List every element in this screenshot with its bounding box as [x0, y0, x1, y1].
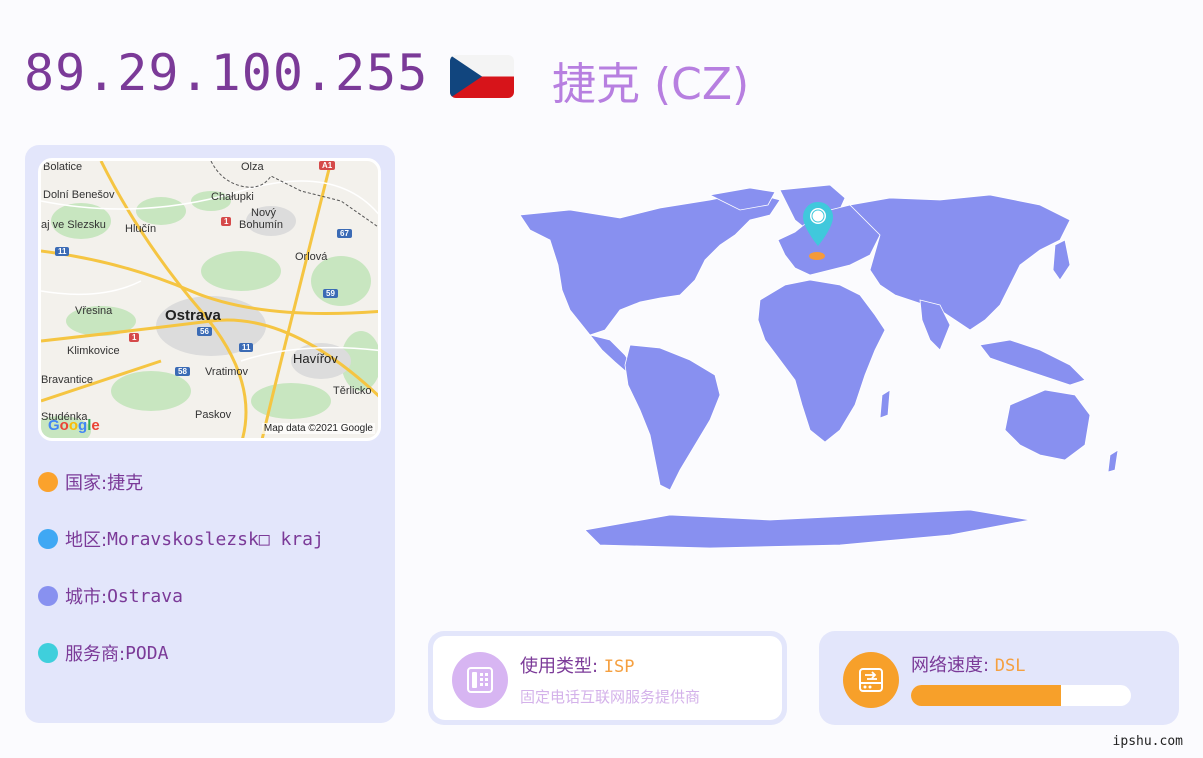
info-value: Ostrava [107, 585, 183, 607]
road-shield: 58 [175, 367, 190, 376]
map-label: Klimkovice [67, 345, 120, 357]
info-country: 国家: 捷克 [38, 469, 143, 495]
map-label: Havířov [293, 351, 338, 366]
ip-address: 89.29.100.255 [24, 44, 429, 102]
map-attribution[interactable]: Map data ©2021 Google [261, 423, 375, 434]
country-title: 捷克 (CZ) [552, 59, 750, 110]
map-label: Ostrava [165, 307, 221, 324]
map-label: Bravantice [41, 374, 93, 386]
info-key: 城市: [65, 587, 108, 608]
google-logo: Google [48, 417, 100, 434]
location-card: Bolatice Olza Dolní Benešov Chałupki Nov… [25, 145, 395, 723]
location-map[interactable]: Bolatice Olza Dolní Benešov Chałupki Nov… [38, 158, 381, 441]
region-dot [38, 529, 58, 549]
road-shield: 56 [197, 327, 212, 336]
czech-flag-icon [450, 55, 514, 98]
info-key: 国家: [65, 473, 108, 494]
speed-bar-fill [911, 685, 1061, 706]
map-label: aj ve Slezsku [41, 219, 106, 231]
map-label: Orlová [295, 251, 328, 263]
network-speed-card: 网络速度: DSL [819, 631, 1179, 725]
info-provider: 服务商: PODA [38, 640, 168, 666]
map-background [41, 161, 378, 438]
map-label: Chałupki [211, 191, 254, 203]
map-label: Dolní Benešov [43, 189, 115, 201]
site-watermark: ipshu.com [1112, 734, 1183, 749]
info-city: 城市: Ostrava [38, 583, 183, 609]
city-dot [38, 586, 58, 606]
info-value: PODA [125, 642, 169, 664]
telephone-icon [452, 652, 508, 708]
road-shield: 1 [221, 217, 232, 226]
usage-type-value: ISP [603, 657, 635, 677]
road-shield: 11 [239, 343, 254, 352]
usage-type-title: 使用类型: ISP [520, 652, 635, 678]
speed-bar [911, 685, 1131, 706]
map-label: Těrlicko [333, 385, 372, 397]
road-shield: 59 [323, 289, 338, 298]
provider-dot [38, 643, 58, 663]
usage-type-label: 使用类型: [520, 656, 604, 677]
map-label: Bolatice [43, 161, 83, 173]
info-region: 地区: Moravskoslezsk□ kraj [38, 526, 324, 552]
road-shield: 1 [129, 333, 140, 342]
map-label: Olza [241, 161, 264, 173]
usage-type-card: 使用类型: ISP 固定电话互联网服务提供商 [428, 631, 787, 725]
map-label: Paskov [195, 409, 232, 421]
network-drive-icon [843, 652, 899, 708]
usage-type-description: 固定电话互联网服务提供商 [520, 688, 701, 706]
map-label: Hlučín [125, 223, 157, 235]
map-label: Nový [251, 207, 277, 219]
highlight-country [809, 252, 825, 260]
world-map [510, 180, 1150, 560]
country-dot [38, 472, 58, 492]
road-shield: 67 [337, 229, 352, 238]
road-shield: A1 [319, 161, 336, 170]
map-label: Bohumín [239, 219, 284, 231]
info-value: 捷克 [107, 473, 144, 494]
info-value: Moravskoslezsk□ kraj [107, 528, 324, 550]
map-label: Vřesina [75, 305, 113, 317]
network-speed-label: 网络速度: [911, 655, 995, 676]
network-speed-value: DSL [994, 656, 1026, 676]
network-speed-title: 网络速度: DSL [911, 651, 1026, 677]
usage-card-inner: 使用类型: ISP 固定电话互联网服务提供商 [433, 636, 782, 720]
map-label: Vratimov [205, 366, 248, 378]
info-key: 服务商: [65, 644, 126, 665]
info-key: 地区: [65, 530, 108, 551]
road-shield: 11 [55, 247, 70, 256]
location-pin-icon [803, 202, 833, 246]
